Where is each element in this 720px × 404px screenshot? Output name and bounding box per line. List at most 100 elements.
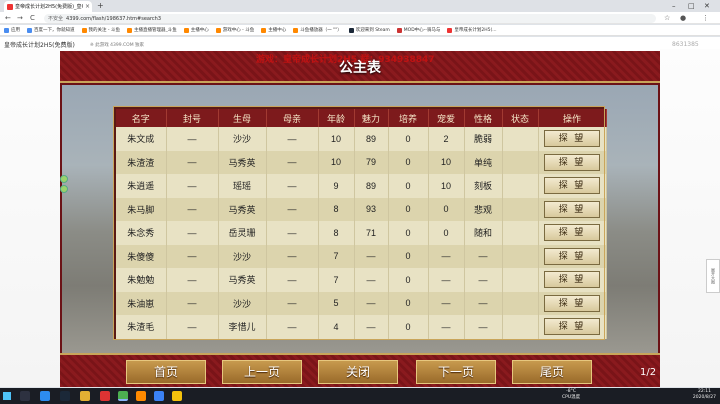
birth-mother-cell: 瑶瑶 — [218, 174, 267, 198]
visit-button[interactable]: 探 望 — [544, 130, 600, 148]
mother-cell: — — [266, 174, 319, 198]
next-page-button[interactable]: 下一页 — [416, 360, 496, 384]
mother-cell: — — [266, 150, 319, 174]
menu-icon[interactable]: ⋮ — [702, 12, 709, 24]
training-cell: 0 — [388, 197, 429, 221]
birth-mother-cell: 沙沙 — [218, 244, 267, 268]
table-row: 朱渣渣 — 马秀英 —10 79 0 10 单纯探 望 — [116, 150, 607, 174]
age-cell: 10 — [318, 150, 355, 174]
mother-cell: — — [266, 244, 319, 268]
corner-id: 8631385 — [672, 41, 699, 48]
expand-panel-button[interactable]: 展开大图 — [706, 259, 720, 293]
forward-button[interactable]: → — [17, 12, 23, 24]
page-margin-left — [0, 49, 60, 387]
title-cell: — — [166, 221, 219, 245]
widget-dot-icon — [60, 175, 68, 183]
address-url[interactable]: 4399.com/flash/198637.htm#search3 — [66, 16, 161, 22]
app-icon[interactable] — [136, 391, 146, 401]
start-icon[interactable] — [3, 392, 11, 400]
personality-cell: — — [464, 268, 503, 292]
bookmark-item[interactable]: 斗鱼播放器（一 ""） — [293, 27, 342, 33]
app-icon[interactable] — [172, 391, 182, 401]
game-canvas[interactable]: 公主表 名字 封号 生母 母亲 年龄 魅力 培养 宠爱 性格 状态 操作 朱文成… — [60, 51, 660, 387]
table-row: 朱马脚 — 马秀英 —8 93 0 0 悲观探 望 — [116, 197, 607, 221]
app-icon[interactable] — [100, 391, 110, 401]
edge-icon[interactable] — [40, 391, 50, 401]
princess-table: 名字 封号 生母 母亲 年龄 魅力 培养 宠爱 性格 状态 操作 朱文成 — 沙沙 —… — [113, 106, 607, 340]
back-button[interactable]: ← — [5, 12, 11, 24]
column-header: 母亲 — [266, 109, 319, 127]
new-tab-button[interactable]: + — [97, 1, 104, 11]
steam-icon — [348, 27, 354, 33]
last-page-button[interactable]: 尾页 — [512, 360, 592, 384]
charm-cell: 71 — [354, 221, 389, 245]
reload-button[interactable]: C — [30, 12, 35, 24]
visit-button[interactable]: 探 望 — [544, 153, 600, 171]
security-indicator[interactable]: 不安全 — [48, 15, 63, 22]
app-icon[interactable] — [154, 391, 164, 401]
age-cell: 10 — [318, 127, 355, 151]
birth-mother-cell: 马秀英 — [218, 150, 267, 174]
title-cell: — — [166, 291, 219, 315]
status-cell — [502, 150, 539, 174]
minimize-button[interactable]: – — [672, 0, 676, 12]
personality-cell: 单纯 — [464, 150, 503, 174]
maximize-button[interactable]: □ — [688, 0, 695, 12]
visit-button[interactable]: 探 望 — [544, 224, 600, 242]
close-button[interactable]: 关闭 — [318, 360, 398, 384]
table-row: 朱油崽 — 沙沙 —5—0— — 探 望 — [116, 291, 607, 315]
column-header: 生母 — [218, 109, 267, 127]
status-cell — [502, 268, 539, 292]
visit-button[interactable]: 探 望 — [544, 247, 600, 265]
bookmark-item[interactable]: 皇帝成长计划2H5(... — [447, 27, 497, 33]
browser-tab-active[interactable]: 皇帝成长计划2H5(免费版)_皇帝... × — [4, 1, 92, 12]
bookmark-item[interactable]: 主播中心 — [261, 27, 286, 33]
age-cell: 4 — [318, 315, 355, 339]
address-bar[interactable]: 不安全 4399.com/flash/198637.htm#search3 — [44, 14, 656, 23]
bookmark-item[interactable]: MOD中心--骑马与 — [396, 27, 440, 33]
table-row: 朱念秀 — 岳灵珊 —8 71 0 0 随和探 望 — [116, 221, 607, 245]
mother-cell: — — [266, 221, 319, 245]
visit-button[interactable]: 探 望 — [544, 271, 600, 289]
star-icon[interactable]: ☆ — [664, 12, 670, 24]
bookmark-item[interactable]: 游戏中心 - 斗鱼 — [215, 27, 254, 33]
chrome-icon[interactable] — [118, 391, 128, 401]
bookmark-apps[interactable]: 应用 — [4, 27, 20, 33]
action-cell: 探 望 — [538, 268, 607, 292]
mother-cell: — — [266, 291, 319, 315]
bookmark-item[interactable]: 欢迎来到 Steam — [348, 27, 390, 33]
close-window-button[interactable]: ✕ — [704, 0, 710, 12]
floating-widget[interactable] — [58, 173, 70, 197]
title-cell: — — [166, 127, 219, 151]
weather-widget[interactable]: -8°C CPU温度 — [562, 389, 580, 401]
visit-button[interactable]: 探 望 — [544, 294, 600, 312]
status-cell — [502, 174, 539, 198]
bookmark-item[interactable]: 主播直播管理器_斗鱼 — [126, 27, 177, 33]
status-cell — [502, 221, 539, 245]
system-clock[interactable]: 22:11 2020/8/27 — [693, 389, 716, 401]
charm-cell: 89 — [354, 174, 389, 198]
first-page-button[interactable]: 首页 — [126, 360, 206, 384]
status-cell — [502, 244, 539, 268]
bookmark-item[interactable]: 我的关注 - 斗鱼 — [81, 27, 120, 33]
name-cell: 朱文成 — [116, 127, 167, 151]
tab-close-icon[interactable]: × — [85, 3, 90, 10]
bookmark-item[interactable]: 主播中心 — [183, 27, 209, 33]
search-icon[interactable] — [20, 391, 30, 401]
bookmark-item[interactable]: 百度一下，你就知道 — [27, 27, 75, 33]
visit-button[interactable]: 探 望 — [544, 177, 600, 195]
avatar[interactable]: ● — [680, 12, 686, 24]
douyu-icon — [215, 27, 221, 33]
mother-cell: — — [266, 197, 319, 221]
name-cell: 朱油崽 — [116, 291, 167, 315]
folder-icon[interactable] — [80, 391, 90, 401]
steam-icon[interactable] — [60, 391, 70, 401]
visit-button[interactable]: 探 望 — [544, 318, 600, 336]
page-margin-right — [660, 49, 720, 387]
action-cell: 探 望 — [538, 291, 607, 315]
visit-button[interactable]: 探 望 — [544, 200, 600, 218]
prev-page-button[interactable]: 上一页 — [222, 360, 302, 384]
windows-taskbar: -8°C CPU温度 22:11 2020/8/27 — [0, 388, 720, 404]
widget-dot-icon — [60, 185, 68, 193]
column-header: 名字 — [116, 109, 167, 127]
